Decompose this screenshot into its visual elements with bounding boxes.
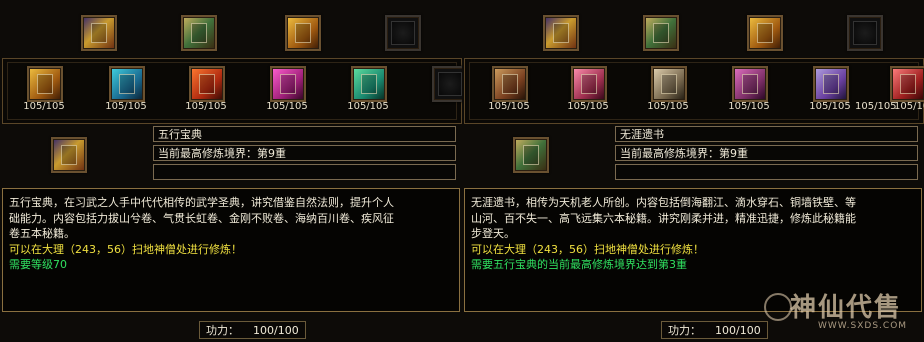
book-count: 105/105 bbox=[488, 101, 530, 112]
book-icon bbox=[280, 74, 296, 94]
book-icon bbox=[119, 74, 135, 94]
gongli-value: 100/100 bbox=[715, 324, 761, 337]
empty-slot[interactable] bbox=[847, 15, 883, 51]
chest-icon bbox=[295, 23, 311, 43]
skill-name-field: 五行宝典 bbox=[153, 126, 456, 142]
scroll-icon bbox=[661, 74, 677, 94]
skill-category-slot[interactable] bbox=[81, 15, 117, 51]
secret-books-strip bbox=[464, 58, 924, 124]
skill-category-slot[interactable] bbox=[543, 15, 579, 51]
description-line: 五行宝典，在习武之人手中代代相传的武学圣典，讲究借鉴自然法则，提升个人 bbox=[9, 196, 394, 209]
skill-category-slot[interactable] bbox=[181, 15, 217, 51]
selected-skill-icon bbox=[51, 137, 87, 173]
realm-field: 当前最高修炼境界：第9重 bbox=[153, 145, 456, 161]
watermark-title: 神仙代售 bbox=[790, 293, 903, 323]
book-icon bbox=[361, 74, 377, 94]
gongli-value: 100/100 bbox=[253, 324, 299, 337]
scroll-icon bbox=[900, 74, 916, 94]
secret-book-slot[interactable] bbox=[109, 66, 145, 102]
secret-book-slot[interactable] bbox=[27, 66, 63, 102]
book-count: 105/10 bbox=[894, 101, 924, 112]
book-count: 105/105 bbox=[728, 101, 770, 112]
secret-book-slot[interactable] bbox=[189, 66, 225, 102]
secret-books-strip bbox=[2, 58, 462, 124]
secret-book-slot[interactable] bbox=[270, 66, 306, 102]
secret-book-slot[interactable] bbox=[492, 66, 528, 102]
chest-icon bbox=[191, 23, 207, 43]
book-icon bbox=[91, 23, 107, 43]
book-count: 105/105 bbox=[185, 101, 227, 112]
description-line: 础能力。内容包括力拔山兮卷、气贯长虹卷、金刚不败卷、海纳百川卷、疾风征 bbox=[9, 211, 394, 225]
description-line: 山河、百不失一、高飞远集六本秘籍。讲究刚柔并进，精准迅捷，修炼此秘籍能 bbox=[471, 211, 856, 225]
chest-icon bbox=[523, 145, 539, 165]
extra-field bbox=[153, 164, 456, 180]
book-icon bbox=[553, 23, 569, 43]
description-line: 卷五本秘籍。 bbox=[9, 227, 75, 240]
scroll-icon bbox=[502, 74, 518, 94]
book-icon bbox=[37, 74, 53, 94]
realm-field: 当前最高修炼境界：第9重 bbox=[615, 145, 918, 161]
book-icon bbox=[61, 145, 77, 165]
book-count: 105/105 bbox=[266, 101, 308, 112]
book-icon bbox=[199, 74, 215, 94]
book-count: 105/105 bbox=[809, 101, 851, 112]
secret-book-slot[interactable] bbox=[813, 66, 849, 102]
book-count: 105/105 bbox=[647, 101, 689, 112]
book-count: 105/105 bbox=[347, 101, 389, 112]
skill-name-field: 无涯遗书 bbox=[615, 126, 918, 142]
training-location: 可以在大理（243，56）扫地神僧处进行修炼！ bbox=[9, 242, 242, 256]
skill-category-slot[interactable] bbox=[285, 15, 321, 51]
description-line: 无涯遗书，相传为天机老人所创。内容包括倒海翻江、滴水穿石、铜墙铁壁、等 bbox=[471, 196, 856, 209]
skill-category-slot[interactable] bbox=[643, 15, 679, 51]
book-count: 105/105 bbox=[567, 101, 609, 112]
scroll-icon bbox=[823, 74, 839, 94]
secret-book-slot[interactable] bbox=[732, 66, 768, 102]
scroll-icon bbox=[581, 74, 597, 94]
book-count: 105/105 bbox=[855, 101, 897, 112]
extra-field bbox=[615, 164, 918, 180]
description-line: 步登天。 bbox=[471, 227, 515, 240]
skill-category-slot[interactable] bbox=[747, 15, 783, 51]
secret-book-slot[interactable] bbox=[571, 66, 607, 102]
gongli-display: 功力： 100/100 bbox=[661, 321, 768, 339]
watermark-logo-icon bbox=[764, 293, 792, 321]
empty-slot[interactable] bbox=[385, 15, 421, 51]
book-count: 105/105 bbox=[105, 101, 147, 112]
secret-book-slot[interactable] bbox=[351, 66, 387, 102]
requirement-text: 需要五行宝典的当前最高修炼境界达到第3重 bbox=[471, 258, 687, 271]
requirement-text: 需要等级70 bbox=[9, 258, 67, 271]
chest-icon bbox=[757, 23, 773, 43]
watermark: 神仙代售 WWW.SXDS.COM bbox=[760, 285, 920, 337]
gongli-display: 功力： 100/100 bbox=[199, 321, 306, 339]
training-location: 可以在大理（243，56）扫地神僧处进行修炼！ bbox=[471, 242, 704, 256]
watermark-url: WWW.SXDS.COM bbox=[818, 321, 908, 331]
skill-description-box: 五行宝典，在习武之人手中代代相传的武学圣典，讲究借鉴自然法则，提升个人 础能力。… bbox=[2, 188, 460, 312]
left-skill-panel: 105/105 105/105 105/105 105/105 105/105 … bbox=[0, 0, 468, 342]
secret-book-slot[interactable] bbox=[651, 66, 687, 102]
chest-icon bbox=[653, 23, 669, 43]
secret-book-slot[interactable] bbox=[890, 66, 924, 102]
book-count: 105/105 bbox=[23, 101, 65, 112]
selected-skill-icon bbox=[513, 137, 549, 173]
scroll-icon bbox=[742, 74, 758, 94]
gongli-label: 功力： bbox=[206, 324, 239, 337]
gongli-label: 功力： bbox=[668, 324, 701, 337]
